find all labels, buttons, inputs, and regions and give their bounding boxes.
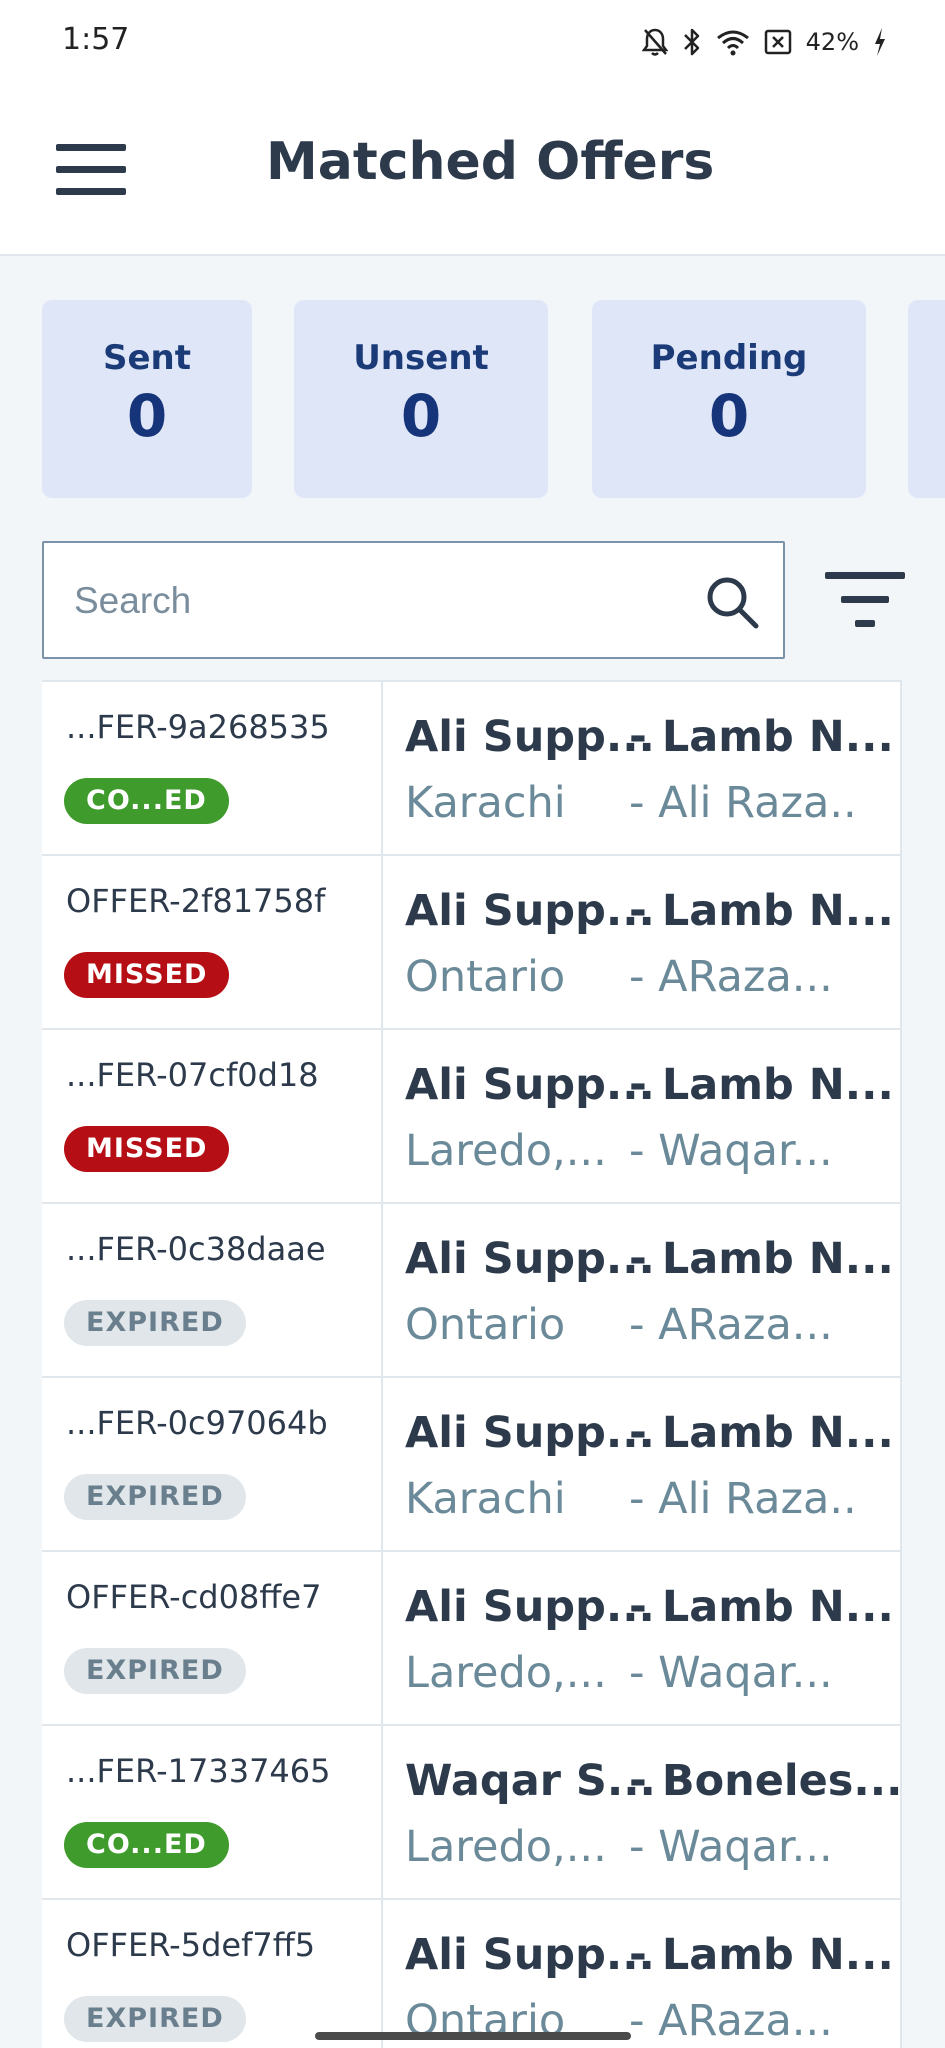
status-badge: EXPIRED [64,1648,246,1694]
location: Laredo,... [405,1126,607,1176]
offer-id-cell: OFFER-cd08ffe7 EXPIRED [42,1552,383,1724]
supplier-name: Ali Supp... [405,1234,655,1284]
contact-name: - Waqar... [629,1126,833,1176]
supplier-name: Ali Supp... [405,1930,655,1980]
table-row[interactable]: ...FER-07cf0d18 MISSED Ali Supp... - Lam… [42,1030,902,1202]
offer-id: OFFER-5def7ff5 [66,1926,316,1964]
stat-value: 0 [708,382,750,450]
stat-card-unsent[interactable]: Unsent 0 [294,300,548,498]
product-name: - Lamb N... [629,1930,894,1980]
supplier-name: Ali Supp... [405,886,655,936]
stat-card-partial[interactable] [908,300,945,498]
offer-detail-cell: Ali Supp... - Lamb N... Ontario - ARaza.… [383,1204,900,1376]
status-badge: EXPIRED [64,1300,246,1346]
table-row[interactable]: ...FER-17337465 CO...ED Waqar S... - Bon… [42,1726,902,1898]
status-badge: MISSED [64,952,230,998]
offer-detail-cell: Ali Supp... - Lamb N... Laredo,... - Waq… [383,1030,900,1202]
no-sim-icon [764,29,791,55]
charging-icon [875,28,885,56]
offer-id-cell: ...FER-9a268535 CO...ED [42,682,383,854]
product-name: - Lamb N... [629,1408,894,1458]
offer-id: ...FER-0c97064b [66,1404,328,1442]
table-row[interactable]: OFFER-2f81758f MISSED Ali Supp... - Lamb… [42,856,902,1028]
offer-id-cell: ...FER-17337465 CO...ED [42,1726,383,1898]
table-row[interactable]: OFFER-5def7ff5 EXPIRED Ali Supp... - Lam… [42,1900,902,2048]
menu-icon[interactable] [56,144,128,196]
product-name: - Lamb N... [629,712,894,762]
notifications-off-icon [641,28,668,56]
status-bar: 1:57 42% [0,0,945,84]
location: Ontario [405,1300,566,1350]
stat-card-sent[interactable]: Sent 0 [42,300,252,498]
product-name: - Lamb N... [629,886,894,936]
status-time: 1:57 [62,22,130,57]
table-row[interactable]: ...FER-0c38daae EXPIRED Ali Supp... - La… [42,1204,902,1376]
contact-name: - Waqar... [629,1822,833,1872]
supplier-name: Ali Supp... [405,1582,655,1632]
home-indicator[interactable] [315,2032,631,2040]
wifi-icon [716,30,749,56]
search-icon[interactable] [703,573,761,631]
table-row[interactable]: OFFER-cd08ffe7 EXPIRED Ali Supp... - Lam… [42,1552,902,1724]
contact-name: - ARaza... [629,1300,833,1350]
location: Ontario [405,952,566,1002]
product-name: - Lamb N... [629,1234,894,1284]
status-badge: CO...ED [64,1822,229,1868]
filter-icon[interactable] [823,572,907,630]
status-badge: EXPIRED [64,1474,246,1520]
offer-id-cell: ...FER-0c97064b EXPIRED [42,1378,383,1550]
location: Karachi [405,778,566,828]
offers-table: ...FER-9a268535 CO...ED Ali Supp... - La… [42,680,902,2048]
stat-label: Sent [102,338,191,378]
status-badge: EXPIRED [64,1996,246,2042]
stat-value: 0 [400,382,442,450]
status-badge: MISSED [64,1126,230,1172]
location: Laredo,... [405,1648,607,1698]
product-name: - Boneles... [629,1756,902,1806]
contact-name: - Waqar... [629,1648,833,1698]
product-name: - Lamb N... [629,1582,894,1632]
stat-label: Unsent [353,338,489,378]
stat-value: 0 [126,382,168,450]
offer-detail-cell: Ali Supp... - Lamb N... Laredo,... - Waq… [383,1552,900,1724]
contact-name: - ARaza... [629,1996,833,2046]
supplier-name: Ali Supp... [405,1060,655,1110]
offer-id: ...FER-9a268535 [66,708,330,746]
offer-id: OFFER-cd08ffe7 [66,1578,322,1616]
search-box [42,541,785,659]
table-row[interactable]: ...FER-0c97064b EXPIRED Ali Supp... - La… [42,1378,902,1550]
contact-name: - Ali Raza.. [629,1474,857,1524]
stat-label: Pending [650,338,808,378]
stat-card-pending[interactable]: Pending 0 [592,300,866,498]
status-icons: 42% [641,24,887,60]
offer-id-cell: ...FER-07cf0d18 MISSED [42,1030,383,1202]
offer-id-cell: OFFER-2f81758f MISSED [42,856,383,1028]
status-badge: CO...ED [64,778,229,824]
contact-name: - ARaza... [629,952,833,1002]
supplier-name: Ali Supp... [405,1408,655,1458]
location: Laredo,... [405,1822,607,1872]
offer-id-cell: ...FER-0c38daae EXPIRED [42,1204,383,1376]
product-name: - Lamb N... [629,1060,894,1110]
offer-id: ...FER-17337465 [66,1752,331,1790]
search-input[interactable] [74,573,674,629]
offer-id: ...FER-0c38daae [66,1230,326,1268]
offer-detail-cell: Ali Supp... - Lamb N... Ontario - ARaza.… [383,856,900,1028]
offer-detail-cell: Ali Supp... - Lamb N... Karachi - Ali Ra… [383,682,900,854]
supplier-name: Waqar S... [405,1756,656,1806]
offer-detail-cell: Waqar S... - Boneles... Laredo,... - Waq… [383,1726,902,1898]
offer-detail-cell: Ali Supp... - Lamb N... Ontario - ARaza.… [383,1900,900,2048]
offer-id: ...FER-07cf0d18 [66,1056,319,1094]
app-bar: Matched Offers [0,84,945,256]
offer-id: OFFER-2f81758f [66,882,326,920]
bluetooth-icon [683,28,699,56]
offer-id-cell: OFFER-5def7ff5 EXPIRED [42,1900,383,2048]
offer-detail-cell: Ali Supp... - Lamb N... Karachi - Ali Ra… [383,1378,900,1550]
battery-level: 42% [805,28,859,56]
supplier-name: Ali Supp... [405,712,655,762]
table-row[interactable]: ...FER-9a268535 CO...ED Ali Supp... - La… [42,682,902,854]
contact-name: - Ali Raza.. [629,778,857,828]
location: Karachi [405,1474,566,1524]
page-title: Matched Offers [266,132,715,192]
